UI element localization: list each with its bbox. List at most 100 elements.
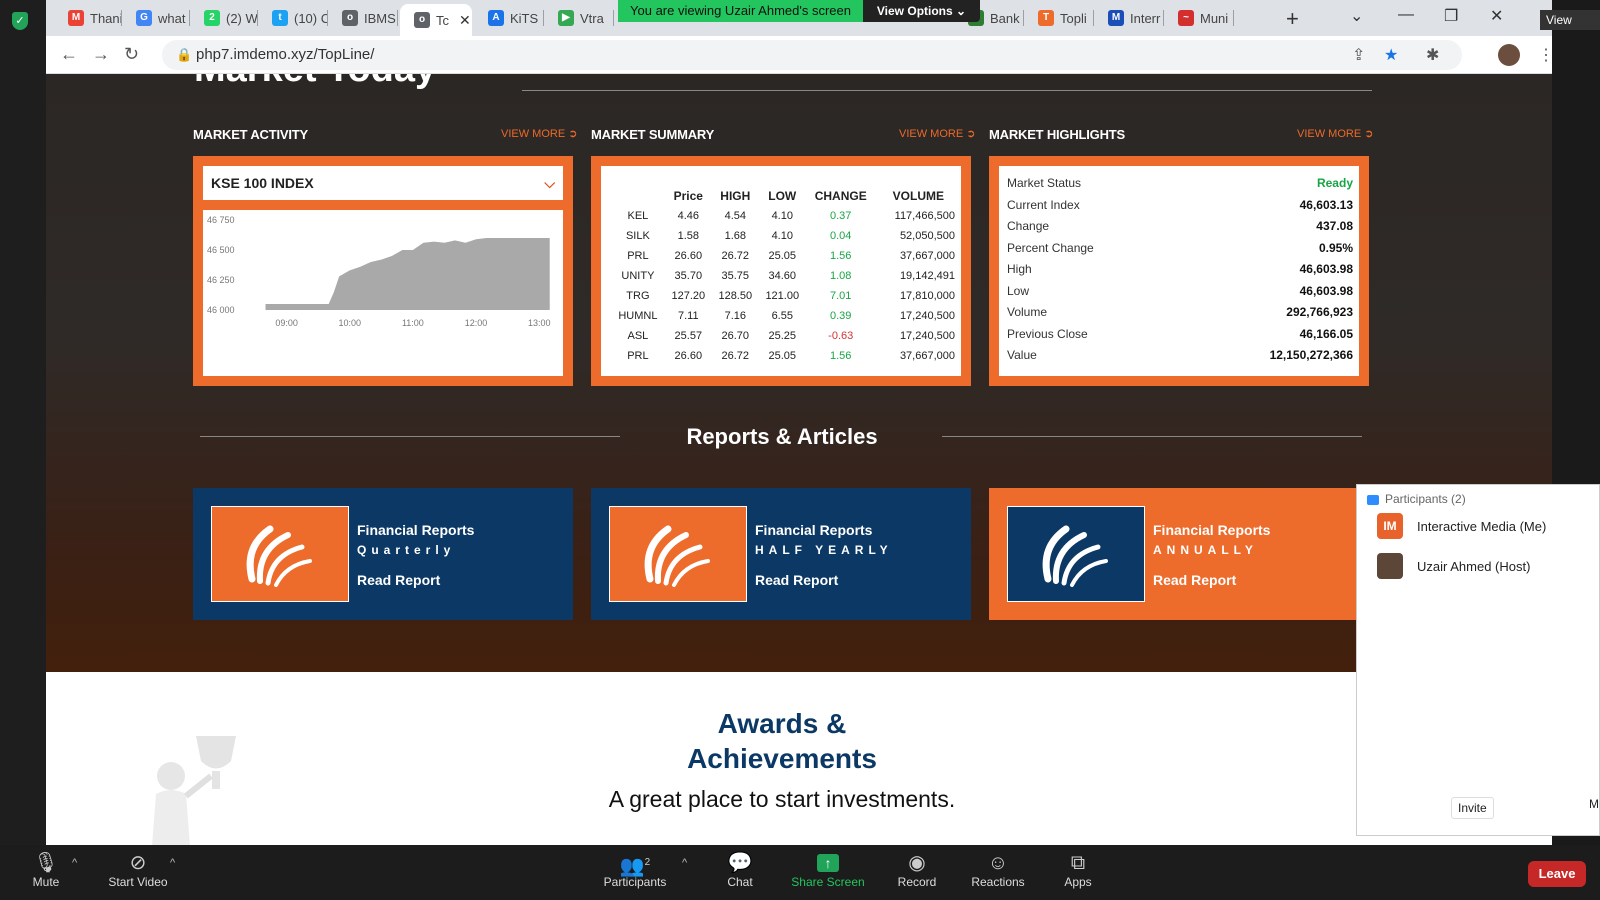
browser-tab[interactable]: A KiTS [474,5,544,31]
more-button[interactable]: M [1589,797,1599,811]
leave-button[interactable]: Leave [1528,861,1586,887]
browser-tab[interactable]: Gwhat [122,5,190,31]
circle-arrow-icon: ➲ [1364,128,1374,140]
report-card-subtitle: Quarterly [357,543,456,557]
table-cell: 25.05 [768,250,797,262]
index-select[interactable]: KSE 100 INDEX ⌵ [203,166,563,200]
extensions-icon[interactable]: ✱ [1426,45,1439,65]
browser-tab[interactable]: o Tc ✕ [400,4,472,36]
chat-button[interactable]: 💬 Chat [720,851,760,889]
view-more-label: VIEW MORE [501,128,566,140]
summary-view-more-link[interactable]: VIEW MORE ➲ [899,127,975,140]
table-cell: PRL [627,250,649,262]
report-card[interactable]: Financial Reports HALF YEARLY Read Report [591,488,971,620]
browser-tab[interactable]: T Topli [1024,5,1094,31]
market-activity-panel: KSE 100 INDEX ⌵ 46 750 46 500 46 250 46 000… [193,156,573,386]
minimize-icon[interactable]: — [1398,6,1414,24]
highlight-row: High 46,603.98 [1007,262,1353,283]
browser-tab[interactable]: M Thani [54,5,122,31]
table-row[interactable]: PRL 26.60 26.72 25.05 1.56 37,667,000 [611,246,961,266]
browser-tab[interactable]: o IBMS [328,5,398,31]
table-cell: 0.39 [830,310,852,322]
meta-icon: M [1108,10,1124,26]
participants-button[interactable]: 👥2 Participants [600,851,670,889]
table-cell: UNITY [621,270,655,282]
table-row[interactable]: HUMNL 7.11 7.16 6.55 0.39 17,240,500 [611,306,961,326]
browser-tab[interactable]: ~ Muni [1164,5,1234,31]
browser-tab[interactable]: 2 (2) W [190,5,258,31]
restore-icon[interactable]: ❐ [1444,6,1458,26]
browser-tab-label: Vtra [580,10,604,26]
table-cell: 1.58 [677,230,700,242]
highlight-row: Market Status Ready [1007,176,1353,197]
close-tab-icon[interactable]: ✕ [459,12,471,29]
participant-name: Interactive Media (Me) [1417,519,1547,534]
read-report-link[interactable]: Read Report [1153,572,1236,588]
table-cell: PRL [627,350,649,362]
avatar [1377,553,1403,579]
back-arrow-icon[interactable]: ← [60,44,78,65]
participants-count: 2 [644,857,651,868]
table-header-cell: HIGH [720,189,751,203]
share-icon[interactable]: ⇪ [1352,45,1365,65]
new-tab-icon[interactable]: + [1286,6,1299,32]
globe-icon: o [414,12,430,28]
table-header-cell [611,186,665,206]
read-report-link[interactable]: Read Report [755,572,838,588]
table-cell: 17,240,500 [899,330,955,342]
zoom-shield-icon[interactable]: ✓ [12,12,28,30]
close-window-icon[interactable]: ✕ [1490,6,1503,26]
market-activity-title: MARKET ACTIVITY [193,127,308,142]
start-video-button[interactable]: ⊘ Start Video [100,851,176,889]
record-button[interactable]: ◉ Record [895,851,939,889]
table-cell: KEL [627,210,649,222]
browser-tab[interactable]: M Interr [1094,5,1164,31]
highlight-value: Ready [1316,176,1353,190]
topline-logo-icon [609,506,747,602]
table-row[interactable]: SILK 1.58 1.68 4.10 0.04 52,050,500 [611,226,961,246]
report-card[interactable]: Financial Reports ANNUALLY Read Report [989,488,1369,620]
table-row[interactable]: UNITY 35.70 35.75 34.60 1.08 19,142,491 [611,266,961,286]
apps-button[interactable]: ⧉ Apps [1060,851,1096,889]
participants-header: Participants (2) [1367,492,1466,506]
table-cell: 4.46 [677,210,700,222]
video-options-caret-icon[interactable]: ^ [170,857,175,869]
tab-search-icon[interactable]: ⌄ [1350,6,1363,26]
globe-icon: o [342,10,358,26]
browser-tab-label: Thani [90,10,122,26]
browser-tab[interactable]: ▶ Vtra [544,5,614,31]
table-row[interactable]: ASL 25.57 26.70 25.25 -0.63 17,240,500 [611,326,961,346]
table-header-cell: CHANGE [814,189,867,203]
browser-tab[interactable]: t (10) C [258,5,328,31]
y-tick-label: 46 500 [207,245,235,255]
forward-arrow-icon[interactable]: → [92,44,110,65]
table-cell: 117,466,500 [894,210,955,222]
highlights-view-more-link[interactable]: VIEW MORE ➲ [1297,127,1373,140]
table-row[interactable]: PRL 26.60 26.72 25.05 1.56 37,667,000 [611,346,961,366]
mute-options-caret-icon[interactable]: ^ [72,857,77,869]
view-button[interactable]: View [1540,10,1600,30]
bookmark-star-icon[interactable]: ★ [1384,45,1398,65]
report-card[interactable]: Financial Reports Quarterly Read Report [193,488,573,620]
activity-view-more-link[interactable]: VIEW MORE ➲ [501,127,577,140]
invite-button[interactable]: Invite [1451,797,1494,819]
participants-options-caret-icon[interactable]: ^ [682,857,687,869]
tab-separator [613,10,614,26]
view-more-label: VIEW MORE [899,128,964,140]
profile-avatar[interactable] [1498,44,1520,66]
table-row[interactable]: KEL 4.46 4.54 4.10 0.37 117,466,500 [611,206,961,226]
reload-icon[interactable]: ↻ [124,44,139,65]
highlight-key: Change [1007,219,1050,233]
table-cell: 1.08 [830,270,852,282]
share-screen-button[interactable]: ↑ Share Screen [790,851,866,889]
url-input[interactable]: 🔒 php7.imdemo.xyz/TopLine/ [162,40,1462,70]
table-row[interactable]: TRG 127.20 128.50 121.00 7.01 17,810,000 [611,286,961,306]
chat-icon: 💬 [727,852,753,874]
view-options-button[interactable]: View Options ⌄ [863,0,980,22]
mute-button[interactable]: 🎙 Mute [28,851,64,889]
kebab-menu-icon[interactable]: ⋮ [1538,45,1554,65]
read-report-link[interactable]: Read Report [357,572,440,588]
start-video-label: Start Video [108,875,168,889]
reactions-button[interactable]: ☺ Reactions [968,851,1028,889]
highlight-key: Percent Change [1007,240,1094,255]
